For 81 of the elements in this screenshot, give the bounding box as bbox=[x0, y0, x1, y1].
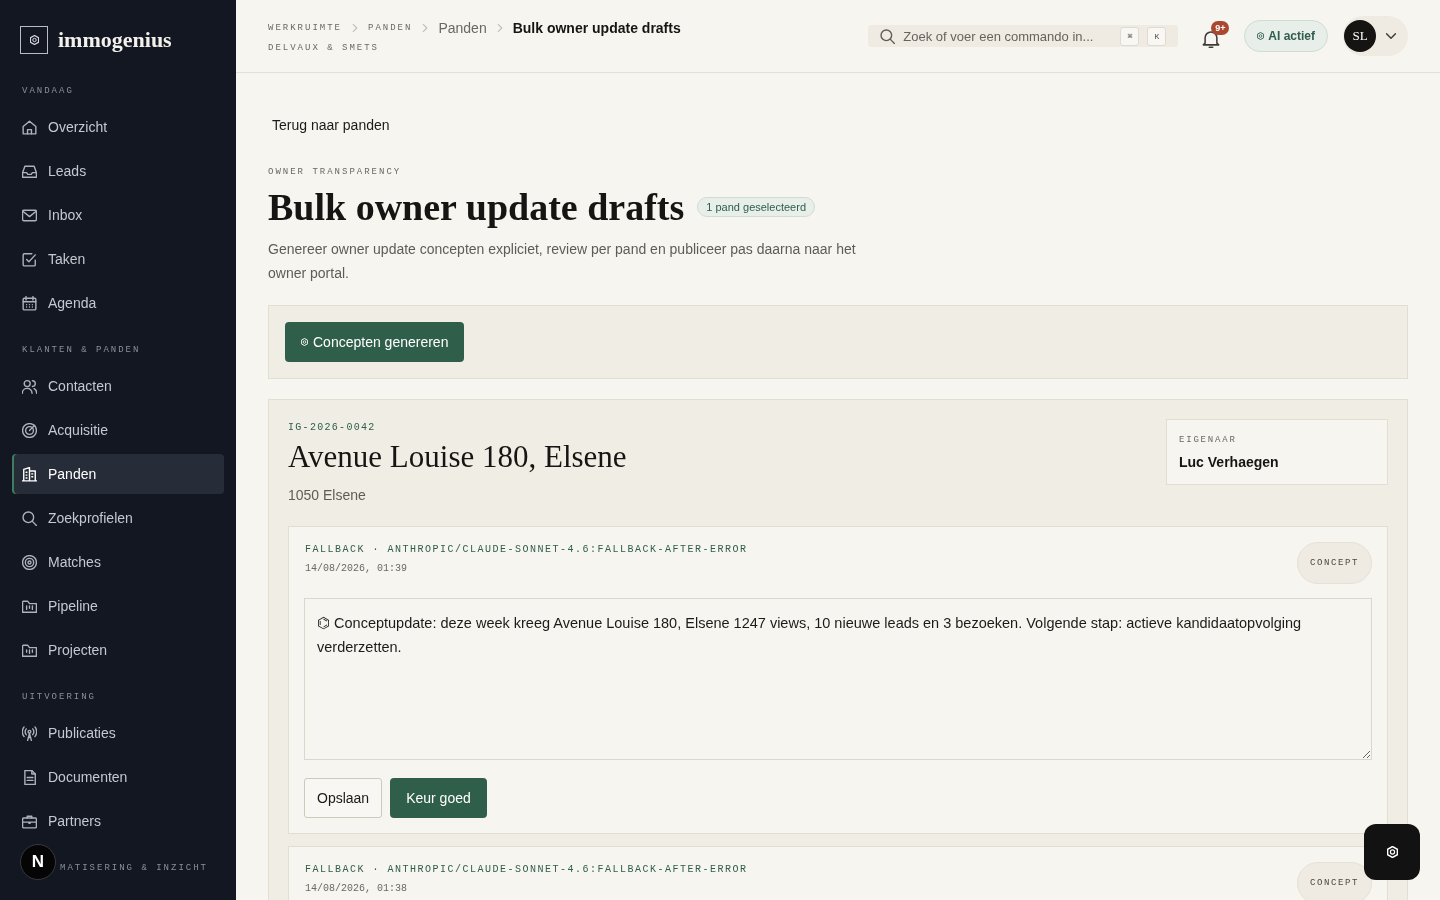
generate-button[interactable]: Concepten genereren bbox=[285, 322, 465, 362]
breadcrumb-current: Bulk owner update drafts bbox=[512, 20, 681, 36]
owner-name: Luc Verhaegen bbox=[1179, 453, 1280, 472]
nav-item[interactable]: Documenten bbox=[12, 757, 224, 797]
property-postal: 1050 Elsene bbox=[288, 486, 367, 505]
draft-text-field[interactable]: ⌬ Conceptupdate: deze week kreeg Avenue Louise 180, Elsene 1247 views, 10 nieuwe leads en 3 bezoeken. Volgende stap: actieve kandidaatopvolging verderzetten. bbox=[304, 598, 1372, 760]
nav-item[interactable]: Acquisitie bbox=[12, 410, 224, 450]
breadcrumb-link[interactable]: PANDEN bbox=[368, 23, 413, 33]
chevron-down-icon bbox=[1386, 31, 1396, 41]
search-field[interactable]: Zoek of voer een commando in... ⌘ K bbox=[868, 25, 1179, 47]
status-badge: CONCEPT bbox=[1297, 862, 1372, 900]
radar-icon bbox=[22, 422, 37, 438]
nav-item[interactable]: Projecten bbox=[12, 630, 224, 670]
document-icon bbox=[22, 769, 37, 785]
approve-button[interactable]: Keur goed bbox=[390, 778, 487, 818]
draft-source: FALLBACK · ANTHROPIC/CLAUDE-SONNET-4.6:FALLBACK-AFTER-ERROR bbox=[305, 863, 748, 877]
nav-item[interactable]: Agenda bbox=[12, 283, 224, 323]
checkbox-icon bbox=[22, 251, 37, 267]
selection-badge: 1 pand geselecteerd bbox=[697, 197, 815, 217]
shortcut-key: ⌘ bbox=[1120, 26, 1140, 46]
page-title: Bulk owner update drafts bbox=[268, 185, 685, 229]
nav-item[interactable]: Partners bbox=[12, 801, 224, 841]
status-badge: CONCEPT bbox=[1297, 542, 1372, 584]
folder-icon bbox=[22, 642, 37, 658]
nav-item[interactable]: Panden bbox=[12, 454, 224, 494]
property-id: IG-2026-0042 bbox=[288, 421, 377, 435]
hexagon-icon bbox=[301, 338, 308, 346]
draft-timestamp: 14/08/2026, 01:38 bbox=[305, 882, 409, 896]
breadcrumb-link[interactable]: Panden bbox=[438, 20, 487, 36]
chevron-right-icon bbox=[421, 24, 430, 32]
folder-icon bbox=[22, 598, 37, 614]
property-address: Avenue Louise 180, Elsene bbox=[288, 439, 627, 475]
target-icon bbox=[22, 554, 37, 570]
section-heading: KLANTEN & PANDEN bbox=[21, 344, 142, 356]
mail-icon bbox=[22, 207, 37, 223]
ai-status-button[interactable]: AI actief bbox=[1244, 20, 1328, 52]
eyebrow-label: OWNER TRANSPARENCY bbox=[268, 166, 403, 178]
assistant-button[interactable] bbox=[1364, 824, 1420, 880]
notifications-button[interactable]: 9+ bbox=[1199, 21, 1230, 51]
dev-tools-button[interactable]: N bbox=[20, 844, 56, 880]
antenna-icon bbox=[22, 725, 37, 741]
search-icon bbox=[22, 510, 37, 526]
draft-timestamp: 14/08/2026, 01:39 bbox=[305, 562, 409, 576]
save-button[interactable]: Opslaan bbox=[304, 778, 383, 818]
nav-item[interactable]: Pipeline bbox=[12, 586, 224, 626]
nav-item[interactable]: Zoekprofielen bbox=[12, 498, 224, 538]
chevron-right-icon bbox=[351, 24, 359, 32]
home-icon bbox=[22, 119, 37, 135]
bell-icon bbox=[1201, 29, 1222, 49]
inbox-icon bbox=[22, 163, 37, 179]
breadcrumb-link[interactable]: WERKRUIMTE bbox=[268, 23, 342, 33]
user-avatar: SL bbox=[1344, 20, 1376, 52]
chevron-right-icon bbox=[495, 24, 504, 32]
user-menu-button[interactable]: SL bbox=[1343, 16, 1408, 56]
nav-item[interactable]: Publicaties bbox=[12, 713, 224, 753]
building-icon bbox=[22, 466, 37, 482]
nav-item[interactable]: Contacten bbox=[12, 366, 224, 406]
nav-item[interactable]: Inbox bbox=[12, 195, 224, 235]
draft-source: FALLBACK · ANTHROPIC/CLAUDE-SONNET-4.6:FALLBACK-AFTER-ERROR bbox=[305, 543, 748, 557]
logo-icon bbox=[20, 26, 48, 54]
brand-name: immogenius bbox=[58, 26, 172, 54]
owner-label: EIGENAAR bbox=[1179, 434, 1238, 446]
search-input[interactable]: Zoek of voer een commando in... bbox=[903, 28, 1113, 44]
back-link[interactable]: Terug naar panden bbox=[268, 115, 390, 135]
section-heading: VANDAAG bbox=[21, 85, 75, 97]
hexagon-icon bbox=[1386, 846, 1398, 858]
page-description: Genereer owner update concepten expliciet, review per pand en publiceer pas daarna naar het owner portal. bbox=[268, 240, 857, 283]
section-heading: MATISERING & INZICHT bbox=[59, 862, 210, 874]
nav-item[interactable]: Taken bbox=[12, 239, 224, 279]
briefcase-icon bbox=[22, 813, 37, 829]
search-icon bbox=[880, 28, 896, 44]
nav-item[interactable]: Matches bbox=[12, 542, 224, 582]
hexagon-icon bbox=[1257, 32, 1265, 40]
shortcut-key: K bbox=[1147, 26, 1167, 46]
nav-item[interactable]: Overzicht bbox=[12, 107, 224, 147]
nav-item[interactable]: Leads bbox=[12, 151, 224, 191]
notification-badge: 9+ bbox=[1211, 21, 1230, 35]
workspace-name: DELVAUX & SMETS bbox=[268, 42, 380, 54]
section-heading: UITVOERING bbox=[21, 691, 97, 703]
users-icon bbox=[22, 378, 37, 394]
calendar-icon bbox=[22, 295, 37, 311]
